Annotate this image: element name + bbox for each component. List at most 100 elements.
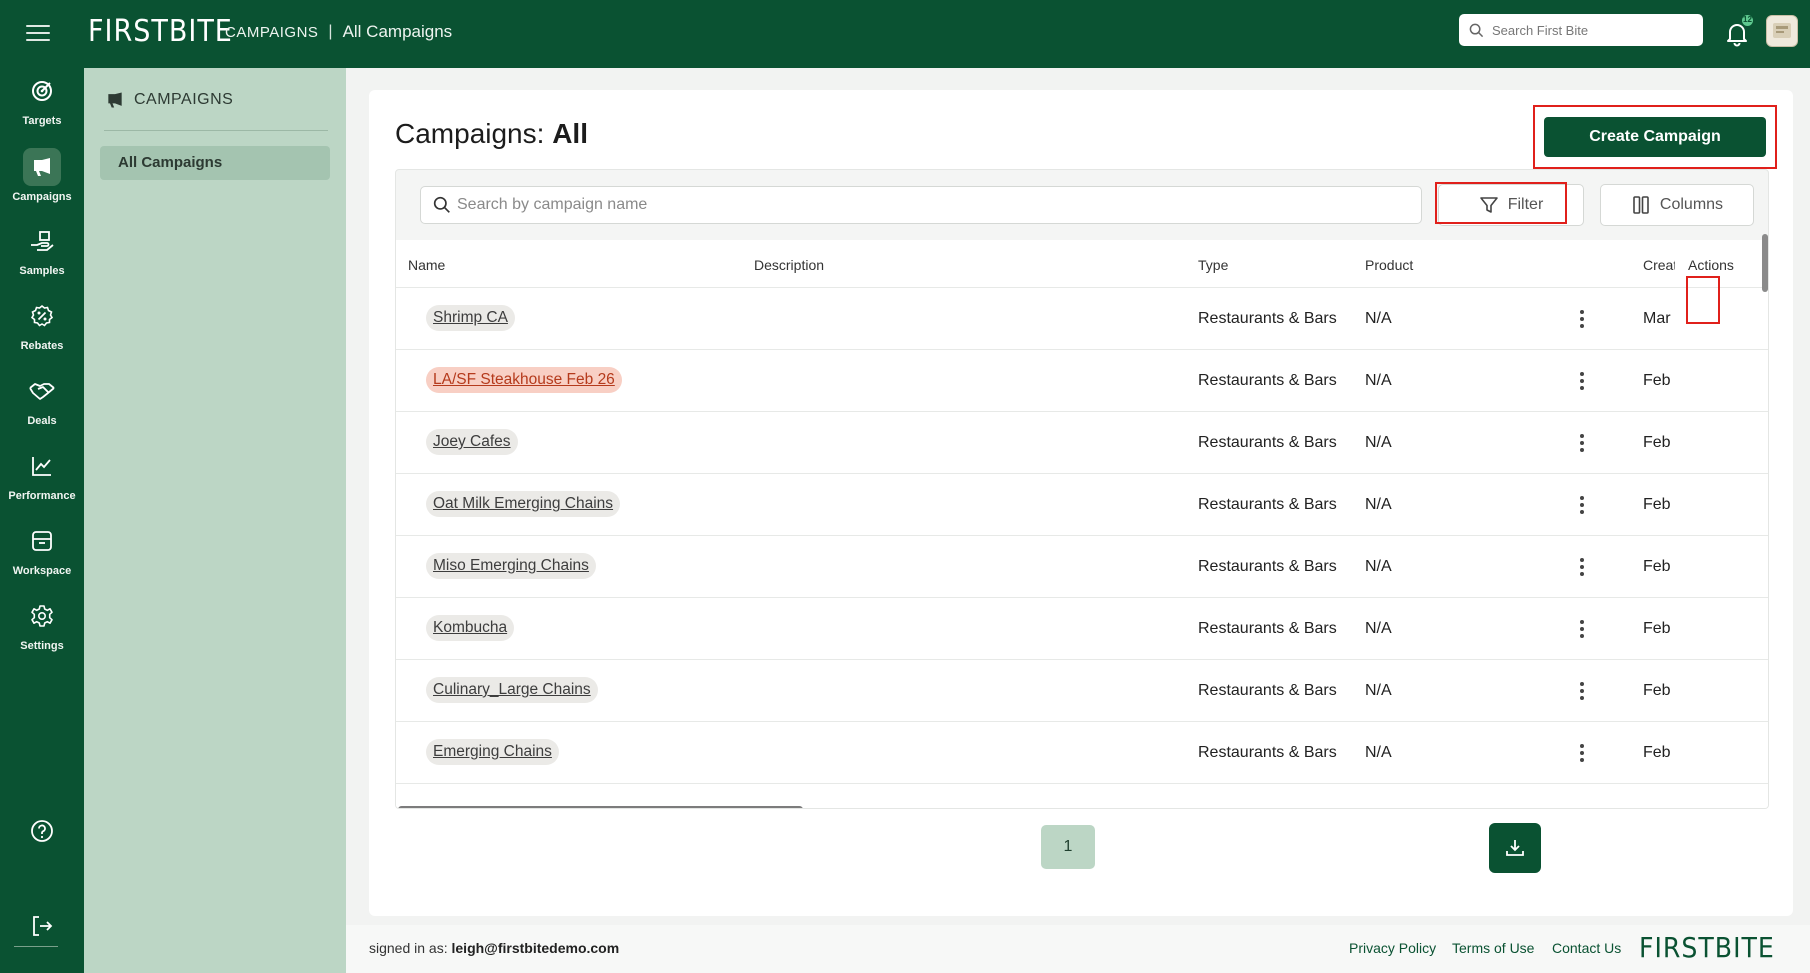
table-row: Culinary_Large Chains Restaurants & Bars… [396,660,1768,722]
rail-label: Targets [22,115,62,127]
search-icon [433,196,450,213]
megaphone-icon [108,92,122,108]
main-content: Campaigns: All Create Campaign Filter Co… [346,68,1810,973]
percent-badge-icon [30,304,54,327]
rail-item-samples[interactable]: Samples [0,222,84,277]
hand-box-icon [31,231,54,251]
campaign-name-link[interactable]: Culinary_Large Chains [426,677,598,703]
campaign-name-link[interactable]: Emerging Chains [426,739,559,765]
contact-us-link[interactable]: Contact Us [1552,940,1621,956]
campaign-product: N/A [1365,620,1392,637]
help-button[interactable] [0,812,84,850]
column-header-type[interactable]: Type [1198,257,1228,273]
filter-icon [1479,197,1498,213]
campaign-search-input[interactable] [457,196,1407,214]
table-row: Shrimp CA Restaurants & Bars N/A Mar [396,288,1768,350]
column-header-product[interactable]: Product [1365,257,1413,273]
campaign-name-link[interactable]: Shrimp CA [426,305,515,331]
row-actions-icon[interactable] [1571,676,1593,706]
campaign-product: N/A [1365,744,1392,761]
columns-icon [1633,196,1649,214]
privacy-policy-link[interactable]: Privacy Policy [1349,940,1436,956]
row-actions-icon[interactable] [1571,614,1593,644]
row-actions-icon[interactable] [1571,490,1593,520]
subnav-item-all-campaigns[interactable]: All Campaigns [100,146,330,180]
table-row: Miso Emerging Chains Restaurants & Bars … [396,536,1768,598]
pagination-page-button[interactable]: 1 [1041,825,1095,869]
row-actions-icon[interactable] [1571,428,1593,458]
rail-item-performance[interactable]: Performance [0,447,84,502]
campaign-created: Feb [1643,372,1671,389]
notifications-button[interactable]: 12 [1722,14,1756,48]
campaign-product: N/A [1365,372,1392,389]
rail-item-targets[interactable]: Targets [0,72,84,127]
campaign-product: N/A [1365,434,1392,451]
menu-icon[interactable] [26,18,50,48]
campaign-created: Feb [1643,682,1671,699]
terms-of-use-link[interactable]: Terms of Use [1452,940,1534,956]
campaign-created: Feb [1643,496,1671,513]
vertical-scrollbar[interactable] [1762,234,1768,292]
page-title-filter: All [552,118,588,149]
campaign-created: Feb [1643,620,1671,637]
handshake-icon [29,383,55,400]
subnav-header: CAMPAIGNS [104,90,233,110]
horizontal-scrollbar[interactable] [398,806,803,808]
rail-divider [14,946,58,947]
avatar-image-icon [1773,23,1791,38]
download-icon [1506,840,1524,856]
rail-item-settings[interactable]: Settings [0,597,84,652]
campaign-type: Restaurants & Bars [1198,372,1337,389]
columns-button[interactable]: Columns [1600,184,1754,226]
avatar[interactable] [1766,15,1798,47]
rail-item-rebates[interactable]: Rebates [0,297,84,352]
target-icon [32,81,52,101]
campaign-search[interactable] [420,186,1422,224]
campaign-product: N/A [1365,558,1392,575]
table-header: Name Description Type Product Creat Acti… [396,240,1768,288]
row-actions-icon[interactable] [1571,552,1593,582]
icon-rail: Targets Campaigns Samples Rebates Deals … [0,68,84,973]
rail-item-campaigns[interactable]: Campaigns [0,148,84,203]
column-header-created[interactable]: Creat [1643,257,1675,273]
rail-item-deals[interactable]: Deals [0,372,84,427]
create-campaign-button[interactable]: Create Campaign [1544,117,1766,157]
filter-button[interactable]: Filter [1438,184,1584,226]
search-icon [1469,23,1484,37]
global-search-input[interactable] [1492,22,1682,38]
global-search[interactable] [1459,14,1703,46]
campaign-name-link[interactable]: Joey Cafes [426,429,518,455]
campaign-name-link[interactable]: Oat Milk Emerging Chains [426,491,621,517]
campaign-type: Restaurants & Bars [1198,682,1337,699]
campaigns-card: Campaigns: All Create Campaign Filter Co… [369,90,1793,916]
download-button[interactable] [1489,823,1541,873]
campaign-created: Feb [1643,558,1671,575]
breadcrumb-section[interactable]: CAMPAIGNS [225,24,318,41]
top-bar: FIRSTBITE CAMPAIGNS | All Campaigns 12 [0,0,1810,68]
campaign-name-link[interactable]: Kombucha [426,615,515,641]
columns-label: Columns [1659,196,1724,213]
campaign-type: Restaurants & Bars [1198,496,1337,513]
campaign-product: N/A [1365,310,1392,327]
row-actions-icon[interactable] [1571,304,1593,334]
table-row: Oat Milk Emerging Chains Restaurants & B… [396,474,1768,536]
campaign-created: Feb [1643,744,1671,761]
sub-navigation: CAMPAIGNS All Campaigns [84,68,346,973]
campaign-name-link[interactable]: Miso Emerging Chains [426,553,596,579]
campaign-name-link[interactable]: LA/SF Steakhouse Feb 26 [426,367,622,393]
subnav-divider [104,130,328,131]
campaign-type: Restaurants & Bars [1198,620,1337,637]
row-actions-icon[interactable] [1571,738,1593,768]
megaphone-icon [34,158,50,176]
footer: signed in as: leigh@firstbitedemo.com Pr… [346,925,1810,973]
signed-in-prefix: signed in as: [369,940,448,956]
app-logo[interactable]: FIRSTBITE [88,14,233,49]
rail-item-workspace[interactable]: Workspace [0,522,84,577]
rail-label: Samples [19,265,65,277]
logout-icon [33,916,53,936]
column-header-name[interactable]: Name [408,257,445,273]
table-row: Kombucha Restaurants & Bars N/A Feb [396,598,1768,660]
row-actions-icon[interactable] [1571,366,1593,396]
column-header-description[interactable]: Description [754,257,824,273]
logout-button[interactable] [0,907,84,945]
